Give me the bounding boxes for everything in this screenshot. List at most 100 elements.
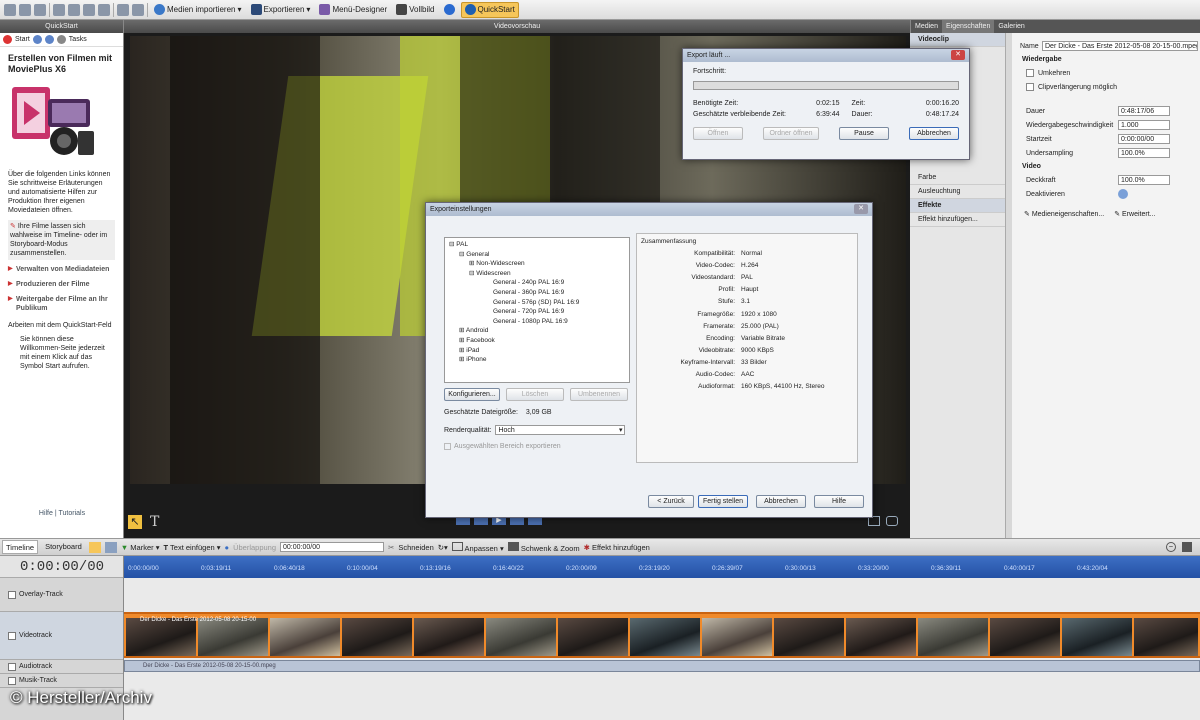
pause-button[interactable]: Pause [839,127,889,140]
footer-tutorials-link[interactable]: Tutorials [59,510,86,517]
back-button[interactable]: < Zurück [648,495,694,508]
advanced-button[interactable]: ✎ Erweitert... [1114,210,1155,218]
render-quality-select[interactable]: Hoch ▾ [495,425,626,435]
text-insert-button[interactable]: T Text einfügen ▾ [164,543,221,552]
start-field[interactable]: 0:00:00/00 [1118,134,1170,144]
category-videoclip[interactable]: Videoclip [910,33,1005,47]
copy-icon[interactable] [68,3,80,16]
link-icon[interactable] [88,541,101,553]
tree-item[interactable]: General - 720p PAL 16:9 [449,307,625,317]
audio-clip[interactable]: Der Dicke - Das Erste 2012-05-08 20-15-0… [124,660,1200,672]
microphone-icon[interactable]: ● [225,543,230,552]
text-tool-icon[interactable]: T [150,514,159,530]
overlap-field[interactable]: 00:00:00/00 [280,542,385,552]
cancel-export-button[interactable]: Abbrechen [909,127,959,140]
close-icon[interactable]: ✕ [854,204,868,214]
nav-start[interactable]: Start [15,36,30,43]
tab-timeline[interactable]: Timeline [2,540,39,554]
fullscreen-button[interactable]: Vollbild [393,2,437,18]
tab-storyboard[interactable]: Storyboard [42,540,85,554]
link-manage-media[interactable]: Verwalten von Mediadateien [8,265,115,274]
tree-item[interactable]: ⊞ Android [449,326,625,336]
scissors-icon[interactable]: ✂ [388,543,394,552]
delete-icon[interactable] [98,3,110,16]
tree-item[interactable]: ⊞ iPhone [449,355,625,365]
extend-checkbox[interactable] [1026,83,1034,91]
tree-item[interactable]: General - 1080p PAL 16:9 [449,317,625,327]
track-mute-icon[interactable] [8,662,16,671]
pan-zoom-button[interactable]: Schwenk & Zoom [507,541,580,553]
menu-designer-button[interactable]: Menü-Designer [316,2,390,18]
redo-icon[interactable] [132,3,144,16]
category-color[interactable]: Farbe [910,171,1005,185]
media-properties-button[interactable]: ✎ Medieneigenschaften... [1024,210,1104,218]
undo-icon[interactable] [117,3,129,16]
quickstart-button[interactable]: QuickStart [460,1,519,18]
rename-button[interactable]: Umbenennen [570,388,628,401]
tree-item[interactable]: ⊟ PAL [449,240,625,250]
zoom-out-icon[interactable]: − [1166,542,1176,552]
track-visibility-icon[interactable] [8,590,16,599]
tree-item[interactable]: ⊞ Non-Widescreen [449,259,625,269]
link-produce-movies[interactable]: Produzieren der Filme [8,280,115,289]
close-icon[interactable]: ✕ [951,50,965,60]
tasks-icon[interactable] [56,35,66,44]
snapshot-icon[interactable] [886,516,898,526]
tab-properties[interactable]: Eigenschaften [941,20,995,33]
timeline-ruler[interactable]: 0:00:00/00 0:03:19/11 0:06:40/18 0:10:00… [124,556,1200,578]
tab-media[interactable]: Medien [911,20,942,33]
new-icon[interactable] [4,3,16,16]
marker-button[interactable]: ▼ Marker ▾ [121,543,160,552]
export-selection-checkbox[interactable] [444,443,451,450]
tree-item[interactable]: ⊞ iPad [449,346,625,356]
link-share-movies[interactable]: Weitergabe der Filme an Ihr Publikum [8,295,115,313]
video-clip[interactable]: Der Dicke - Das Erste 2012-05-08 20-15-0… [124,612,1200,658]
open-icon[interactable] [19,3,31,16]
track-mute-icon[interactable] [8,676,16,685]
speed-field[interactable]: 1.000 [1118,120,1170,130]
adjust-button[interactable]: Anpassen ▾ [451,541,504,553]
delete-button[interactable]: Löschen [506,388,564,401]
export-button[interactable]: Exportieren ▾ [248,2,314,18]
back-icon[interactable] [32,35,42,44]
tree-item[interactable]: General - 360p PAL 16:9 [449,288,625,298]
configure-button[interactable]: Konfigurieren... [444,388,500,401]
open-button[interactable]: Öffnen [693,127,743,140]
tree-item[interactable]: ⊞ Facebook [449,336,625,346]
add-effect-link[interactable]: Effekt hinzufügen... [910,213,1005,227]
open-folder-button[interactable]: Ordner öffnen [763,127,819,140]
tree-item[interactable]: General - 240p PAL 16:9 [449,278,625,288]
import-media-button[interactable]: Medien importieren ▾ [151,2,245,18]
tree-item[interactable]: General - 576p (SD) PAL 16:9 [449,298,625,308]
name-field[interactable]: Der Dicke - Das Erste 2012-05-08 20-15-0… [1042,41,1198,51]
track-visibility-icon[interactable] [8,631,16,640]
save-icon[interactable] [34,3,46,16]
rotate-icon[interactable]: ↻▾ [438,543,448,552]
tab-galleries[interactable]: Galerien [994,20,1028,33]
zoom-slider-icon[interactable] [1182,542,1192,552]
category-effects[interactable]: Effekte [910,199,1005,213]
tree-item[interactable]: ⊟ Widescreen [449,269,625,279]
help-button[interactable]: Hilfe [814,495,864,508]
cut-button[interactable]: Schneiden [398,543,433,552]
nav-tasks[interactable]: Tasks [69,36,87,43]
reverse-checkbox[interactable] [1026,69,1034,77]
cut-icon[interactable] [53,3,65,16]
paste-icon[interactable] [83,3,95,16]
forward-icon[interactable] [44,35,54,44]
pan-zoom-label: Schwenk & Zoom [520,543,580,553]
footer-help-link[interactable]: Hilfe [39,510,53,517]
disable-toggle[interactable] [1118,189,1128,199]
duration-field[interactable]: 0:48:17/06 [1118,106,1170,116]
help-button[interactable] [441,2,458,18]
start-icon[interactable] [3,35,12,44]
add-effect-button[interactable]: ✱ Effekt hinzufügen [584,543,650,552]
undersampling-field[interactable]: 100.0% [1118,148,1170,158]
pointer-tool-icon[interactable]: ↖ [128,515,142,529]
opacity-field[interactable]: 100.0% [1118,175,1170,185]
view-icon[interactable] [104,541,117,553]
category-lighting[interactable]: Ausleuchtung [910,185,1005,199]
tree-item[interactable]: ⊟ General [449,250,625,260]
finish-button[interactable]: Fertig stellen [698,495,748,508]
cancel-button[interactable]: Abbrechen [756,495,806,508]
